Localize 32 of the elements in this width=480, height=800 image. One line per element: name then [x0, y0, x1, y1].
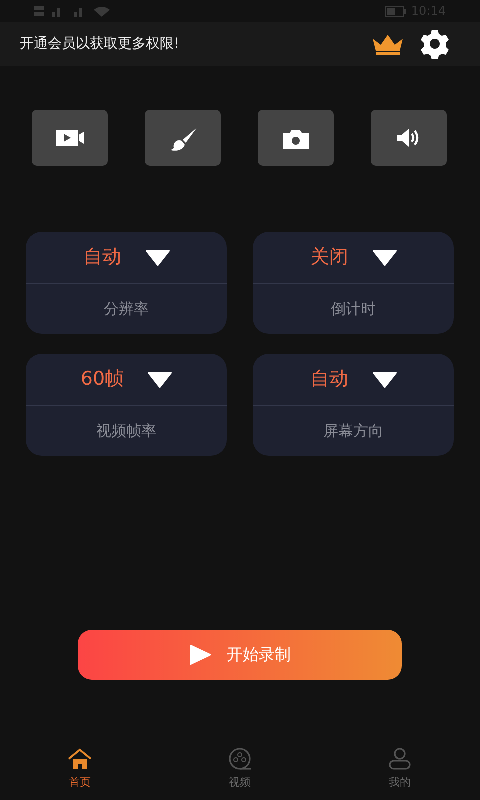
setting-value: 自动 — [84, 245, 122, 270]
settings-icon[interactable] — [420, 29, 450, 59]
tab[interactable]: 视频 — [200, 746, 280, 792]
camera-tool-button[interactable] — [258, 110, 334, 166]
setting-card[interactable]: 关闭 倒计时 — [253, 232, 454, 334]
setting-label: 视频帧率 — [96, 420, 156, 442]
setting-label: 屏幕方向 — [324, 420, 384, 442]
video-tool-button[interactable] — [32, 110, 108, 166]
crown-icon[interactable] — [372, 33, 404, 55]
start-recording-button[interactable]: 开始录制 — [78, 630, 402, 680]
sound-tool-button[interactable] — [371, 110, 447, 166]
setting-card[interactable]: 自动 屏幕方向 — [253, 354, 454, 456]
dropdown-icon[interactable] — [148, 372, 172, 388]
person-icon — [387, 747, 413, 771]
setting-value: 60帧 — [80, 367, 124, 392]
play-icon — [189, 645, 211, 665]
setting-label: 倒计时 — [331, 298, 376, 320]
setting-value: 关闭 — [310, 245, 348, 270]
setting-label: 分辨率 — [104, 298, 149, 320]
film-reel-icon — [227, 747, 253, 771]
setting-card[interactable]: 自动 分辨率 — [26, 232, 227, 334]
promo-text: 开通会员以获取更多权限! — [20, 34, 180, 54]
dropdown-icon[interactable] — [146, 250, 170, 266]
tab[interactable]: 我的 — [360, 746, 440, 792]
home-icon — [67, 747, 93, 771]
brush-tool-button[interactable] — [145, 110, 221, 166]
setting-card[interactable]: 60帧 视频帧率 — [26, 354, 227, 456]
dropdown-icon[interactable] — [372, 372, 396, 388]
setting-value: 自动 — [310, 367, 348, 392]
tab[interactable]: 首页 — [40, 746, 120, 792]
battery-icon — [385, 6, 408, 16]
dropdown-icon[interactable] — [372, 250, 396, 266]
